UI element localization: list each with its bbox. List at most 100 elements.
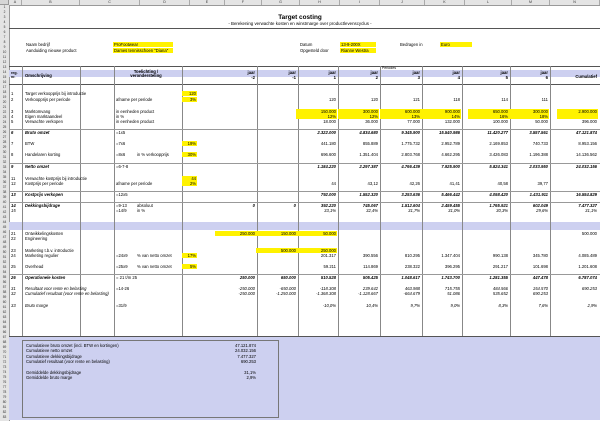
summary-label-1: Cumulatieve netto omzet bbox=[26, 348, 73, 354]
row-52-cell-5: 9,0% bbox=[450, 303, 460, 308]
row-36-cell-1: 0 bbox=[293, 203, 296, 208]
row-39-cell-0: 250.000 bbox=[239, 231, 255, 236]
row-23-cell-2: 2.322.000 bbox=[317, 130, 336, 135]
separator-band bbox=[9, 222, 600, 230]
row-34-cell-2: 792.000 bbox=[320, 192, 336, 197]
column-header-J[interactable]: J bbox=[380, 0, 425, 5]
row-21-description: Verwachte verkopen bbox=[25, 119, 63, 124]
row-16-input[interactable]: 120 bbox=[182, 91, 196, 96]
row-47-cell-1: 650.000 bbox=[280, 275, 296, 280]
row-25-input[interactable]: 19% bbox=[182, 141, 196, 146]
row-17-input[interactable]: 3% bbox=[182, 97, 196, 102]
row-25-cell-5: 2.952.789 bbox=[441, 141, 460, 146]
row-32-cell-7: 39,77 bbox=[537, 181, 548, 186]
year-number-1: -1 bbox=[292, 75, 296, 80]
column-header-G[interactable]: G bbox=[262, 0, 300, 5]
row-27-input[interactable]: 30% bbox=[182, 152, 196, 157]
description-header: Omschrijving bbox=[25, 73, 52, 78]
row-34-rule bbox=[9, 190, 600, 192]
row-45-cell-8: 1.201.608 bbox=[578, 264, 597, 269]
row-27-cell-7: 1.196.388 bbox=[529, 152, 548, 157]
date-input[interactable]: 13-9-200X bbox=[341, 42, 361, 47]
year-number-2: 1 bbox=[333, 75, 336, 80]
row-25-cell-4: 1.775.732 bbox=[401, 141, 420, 146]
row-39-cell-2: 50.000 bbox=[323, 231, 336, 236]
row-45-note: % van netto omzet bbox=[137, 264, 172, 269]
row-47-nr: 26 bbox=[11, 275, 16, 280]
row-32-input[interactable]: 2% bbox=[182, 181, 196, 186]
column-header-E[interactable]: E bbox=[190, 0, 225, 5]
row-21-formula: in eenheden product bbox=[116, 119, 155, 124]
summary-label-2: Cumulatieve dekkingsbijdrage bbox=[26, 353, 82, 359]
row-16-nr: 1 bbox=[11, 91, 14, 96]
row-43-formula: =24x9 bbox=[116, 253, 128, 258]
row-45-cell-3: 114.869 bbox=[363, 264, 378, 269]
column-header-L[interactable]: L bbox=[465, 0, 512, 5]
row-34-cell-7: 1.431.911 bbox=[529, 192, 548, 197]
column-header-C[interactable]: C bbox=[80, 0, 140, 5]
column-header-D[interactable]: D bbox=[140, 0, 190, 5]
column-header-B[interactable]: B bbox=[22, 0, 80, 5]
company-input[interactable]: ProFootwear bbox=[114, 42, 138, 47]
row-36-description: Dekkingsbijdrage bbox=[25, 203, 60, 208]
row-25-nr: 7 bbox=[11, 141, 14, 146]
row-34-cell-4: 3.253.636 bbox=[401, 192, 420, 197]
author-input[interactable]: Rianne Westra bbox=[341, 48, 369, 53]
row-45-input[interactable]: 5% bbox=[182, 264, 196, 269]
row-45-cell-7: 101.698 bbox=[532, 264, 548, 269]
row-40-description: Engineering bbox=[25, 236, 48, 241]
column-header-I[interactable]: I bbox=[340, 0, 380, 5]
row-17-nr: 2 bbox=[11, 97, 14, 102]
row-34-cell-5: 5.466.442 bbox=[441, 192, 460, 197]
row-32-description: Kostprijs per periode bbox=[25, 181, 64, 186]
product-input[interactable]: Dames tennisschoen "Diana" bbox=[114, 48, 168, 53]
row-17-cell-5: 118 bbox=[453, 97, 460, 102]
row-16-description: Target verkoopprijs bij introductie bbox=[25, 91, 87, 96]
row-27-formula: =8x6 bbox=[116, 152, 126, 157]
row-17-cell-6: 114 bbox=[501, 97, 508, 102]
summary-value-5: 31,1% bbox=[244, 369, 256, 375]
column-header-M[interactable]: M bbox=[512, 0, 550, 5]
currency-input[interactable]: Euro bbox=[441, 42, 450, 47]
row-43-cell-7: 345.780 bbox=[532, 253, 548, 258]
row-23-cell-3: 4.834.680 bbox=[359, 130, 378, 135]
row-21-cell-5: 132.000 bbox=[444, 119, 460, 124]
column-header-N[interactable]: N bbox=[550, 0, 600, 5]
row-37-cell-8: 31,1% bbox=[585, 208, 597, 213]
year-number-5: 4 bbox=[457, 75, 460, 80]
row-43-input[interactable]: 17% bbox=[182, 253, 196, 258]
year-number-7: 6 bbox=[545, 75, 548, 80]
column-header-A[interactable]: A bbox=[9, 0, 22, 5]
row-52-cell-4: 9,7% bbox=[410, 303, 420, 308]
row-52-cell-7: 7,6% bbox=[538, 303, 548, 308]
row-47-cell-0: 250.000 bbox=[239, 275, 255, 280]
row-21-cell-8: 396.000 bbox=[581, 119, 597, 124]
row-header-83[interactable]: 83 bbox=[0, 415, 9, 420]
column-header-H[interactable]: H bbox=[300, 0, 340, 5]
row-23-cell-5: 15.540.986 bbox=[439, 130, 460, 135]
row-21-cell-6: 100.000 bbox=[492, 119, 508, 124]
row-21-nr: 5 bbox=[11, 119, 14, 124]
row-43-cell-3: 390.556 bbox=[362, 253, 378, 258]
row-49-cell-8: 690.253 bbox=[581, 286, 597, 291]
product-label: Aanduiding nieuwe product bbox=[26, 48, 77, 53]
row-17-cell-3: 120 bbox=[371, 97, 378, 102]
row-32-cell-3: 43,12 bbox=[367, 181, 378, 186]
note-header: Toelichting / verondersteling bbox=[130, 69, 162, 79]
column-header-F[interactable]: F bbox=[225, 0, 262, 5]
summary-value-2: 7.477.327 bbox=[237, 353, 256, 359]
company-label: Naam bedrijf bbox=[26, 42, 50, 47]
column-header-K[interactable]: K bbox=[425, 0, 465, 5]
row-52-cell-6: 8,3% bbox=[498, 303, 508, 308]
row-45-cell-4: 238.322 bbox=[404, 264, 420, 269]
row-39-cell-1: 150.000 bbox=[280, 231, 296, 236]
row-29-nr: 9 bbox=[11, 164, 14, 169]
year-number-0: -2 bbox=[251, 75, 255, 80]
year-number-6: 5 bbox=[505, 75, 508, 80]
page-title: Target costing bbox=[278, 14, 322, 21]
summary-value-0: 47.121.874 bbox=[235, 343, 256, 348]
row-47-cell-2: 510.528 bbox=[320, 275, 336, 280]
table-top-border bbox=[9, 66, 600, 67]
summary-value-1: 24.032.156 bbox=[235, 348, 256, 354]
row-37-cell-2: 33,1% bbox=[324, 208, 336, 213]
